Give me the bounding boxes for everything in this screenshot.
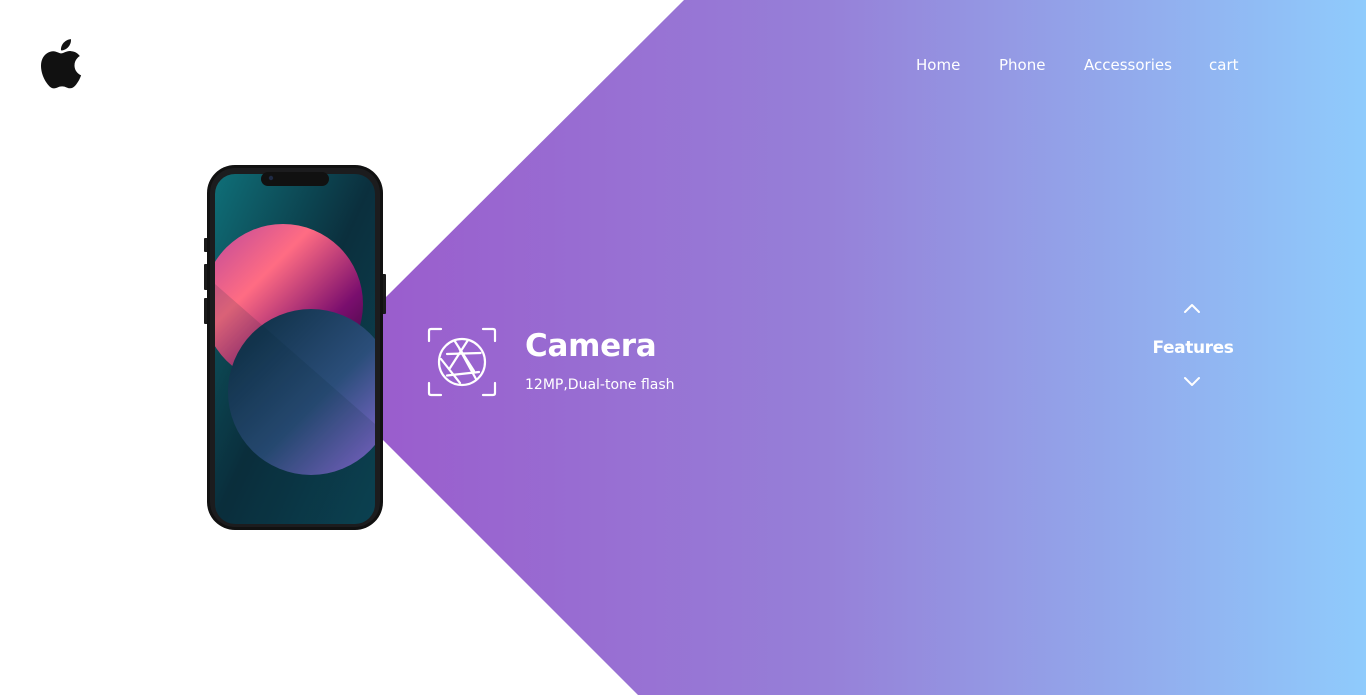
- camera-aperture-icon: [427, 327, 497, 397]
- feature-description: 12MP,Dual-tone flash: [525, 377, 675, 393]
- nav-cart-link[interactable]: cart: [1209, 56, 1239, 74]
- nav-accessories-link[interactable]: Accessories: [1084, 56, 1172, 74]
- feature-title: Camera: [525, 328, 657, 364]
- nav-home-link[interactable]: Home: [916, 56, 960, 74]
- smartphone-image: [204, 165, 386, 530]
- nav-phone-link[interactable]: Phone: [999, 56, 1045, 74]
- landing-page: Home Phone Accessories cart Camera 12MP,…: [0, 0, 1366, 695]
- main-nav: Home Phone Accessories cart: [0, 56, 1366, 78]
- chevron-up-icon[interactable]: [1182, 302, 1202, 314]
- chevron-down-icon[interactable]: [1182, 376, 1202, 388]
- features-label: Features: [1152, 338, 1234, 358]
